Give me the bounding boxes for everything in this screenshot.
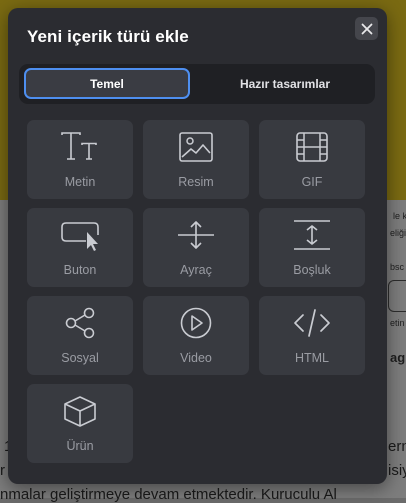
tile-gif[interactable]: GIF <box>259 120 365 199</box>
background-text: ag <box>390 350 406 365</box>
tile-urun[interactable]: Ürün <box>27 384 133 463</box>
tile-sosyal[interactable]: Sosyal <box>27 296 133 375</box>
tile-bosluk[interactable]: Boşluk <box>259 208 365 287</box>
background-text: eliğin <box>390 228 406 238</box>
tab-hazir-tasarimlar[interactable]: Hazır tasarımlar <box>199 68 371 99</box>
close-icon <box>361 23 372 34</box>
add-content-type-modal: Yeni içerik türü ekle Temel Hazır tasarı… <box>8 8 387 484</box>
tile-label: Ayraç <box>180 263 212 277</box>
tile-label: Buton <box>63 263 97 277</box>
modal-title: Yeni içerik türü ekle <box>27 27 189 46</box>
tile-label: Sosyal <box>61 351 99 365</box>
tab-bar: Temel Hazır tasarımlar <box>19 64 375 104</box>
tile-buton[interactable]: Buton <box>27 208 133 287</box>
tile-label: GIF <box>301 175 323 189</box>
tile-resim[interactable]: Resim <box>143 120 249 199</box>
image-icon <box>179 132 213 162</box>
text-icon <box>61 132 97 160</box>
box-icon <box>64 396 96 427</box>
tile-label: Metin <box>64 175 96 189</box>
background-text: bsc <box>390 262 405 272</box>
tile-metin[interactable]: Metin <box>27 120 133 199</box>
tile-html[interactable]: HTML <box>259 296 365 375</box>
tile-label: Video <box>180 351 212 365</box>
spacer-icon <box>294 220 330 250</box>
tile-label: HTML <box>294 351 330 365</box>
background-text: le ka <box>393 211 406 221</box>
background-text: etin <box>390 318 405 328</box>
gif-film-icon <box>296 132 328 162</box>
background-text: r <box>0 462 5 479</box>
close-button[interactable] <box>355 17 378 40</box>
tile-ayrac[interactable]: Ayraç <box>143 208 249 287</box>
button-cursor-icon <box>61 222 99 251</box>
divider-icon <box>178 221 214 249</box>
tile-label: Resim <box>178 175 214 189</box>
tab-temel[interactable]: Temel <box>24 68 190 99</box>
share-icon <box>65 307 95 339</box>
background-text: ern <box>388 438 406 455</box>
play-icon <box>180 307 212 339</box>
background-text: nmalar geliştirmeye devam etmektedir. Ku… <box>0 486 337 503</box>
background-linkedin-box <box>388 280 406 312</box>
background-text: isiy <box>388 462 406 479</box>
tile-label: Boşluk <box>293 263 331 277</box>
code-icon <box>294 309 330 337</box>
tile-video[interactable]: Video <box>143 296 249 375</box>
tile-label: Ürün <box>66 439 94 453</box>
